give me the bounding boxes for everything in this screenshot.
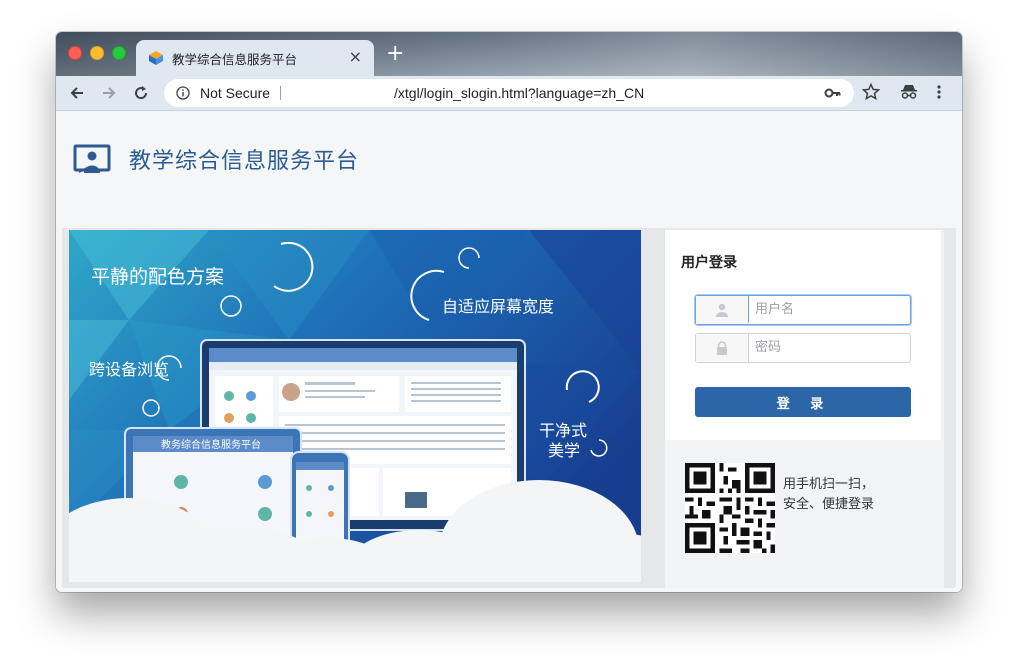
incognito-icon[interactable] — [900, 84, 918, 100]
forward-button[interactable] — [98, 82, 120, 104]
menu-icon[interactable] — [936, 84, 942, 100]
banner-mock-title: 教务综合信息服务平台 — [161, 440, 261, 451]
star-icon[interactable] — [862, 83, 880, 101]
password-input[interactable] — [749, 334, 918, 360]
qr-code-icon — [685, 463, 775, 553]
banner-text-color-scheme: 平静的配色方案 — [91, 266, 225, 288]
address-separator — [280, 86, 281, 100]
url-text[interactable]: /xtgl/login_slogin.html?language=zh_CN — [394, 85, 644, 101]
username-field — [695, 295, 917, 325]
banner-text-cross-device: 跨设备浏览 — [89, 360, 170, 379]
password-addon — [696, 334, 749, 362]
back-arrow-icon — [70, 87, 83, 99]
login-button[interactable]: 登 录 — [695, 387, 911, 417]
qr-caption-line2: 安全、便捷登录 — [783, 497, 875, 512]
login-form: 用户登录 登 录 — [665, 230, 941, 440]
user-icon — [716, 303, 728, 317]
login-title: 用户登录 — [681, 255, 737, 271]
reload-button[interactable] — [130, 82, 152, 104]
password-field — [695, 333, 918, 363]
browser-window: 教学综合信息服务平台 × + Not Secure /xtgl/login_sl… — [56, 32, 962, 592]
promo-banner: 平静的配色方案 自适应屏幕宽度 跨设备浏览 干净式 美学 教务综合信息服务平台 — [69, 230, 641, 582]
security-label[interactable]: Not Secure — [200, 85, 270, 101]
lock-icon — [717, 341, 727, 355]
page-content: 教学综合信息服务平台 平静的配色方案 自适应屏幕宽度 跨设备浏览 干净式 美学 … — [56, 111, 962, 592]
banner-text-clean-b: 美学 — [548, 441, 581, 460]
address-bar[interactable]: Not Secure /xtgl/login_slogin.html?langu… — [164, 79, 854, 107]
close-window-button[interactable] — [68, 46, 82, 60]
qr-caption-line1: 用手机扫一扫， — [783, 477, 875, 492]
zoom-window-button[interactable] — [112, 46, 126, 60]
forward-arrow-icon — [103, 87, 116, 99]
tab-bar: 教学综合信息服务平台 × + — [56, 32, 962, 76]
browser-toolbar: Not Secure /xtgl/login_slogin.html?langu… — [56, 76, 962, 111]
key-icon[interactable] — [824, 86, 842, 100]
username-addon — [696, 296, 749, 324]
back-button[interactable] — [66, 82, 88, 104]
reload-icon — [135, 86, 148, 100]
minimize-window-button[interactable] — [90, 46, 104, 60]
tab-title: 教学综合信息服务平台 — [172, 52, 298, 67]
login-panel: 用户登录 登 录 — [665, 230, 944, 588]
new-tab-button[interactable]: + — [386, 42, 404, 66]
site-favicon-icon — [149, 51, 163, 65]
window-controls — [68, 46, 126, 60]
tab-close-icon[interactable]: × — [349, 47, 362, 66]
page-title: 教学综合信息服务平台 — [129, 149, 360, 174]
username-input[interactable] — [748, 296, 917, 322]
platform-logo-icon — [73, 144, 111, 173]
info-icon[interactable] — [176, 86, 190, 100]
banner-text-adaptive: 自适应屏幕宽度 — [442, 297, 555, 316]
qr-caption: 用手机扫一扫， 安全、便捷登录 — [783, 475, 874, 515]
browser-tab[interactable]: 教学综合信息服务平台 × — [136, 40, 374, 76]
